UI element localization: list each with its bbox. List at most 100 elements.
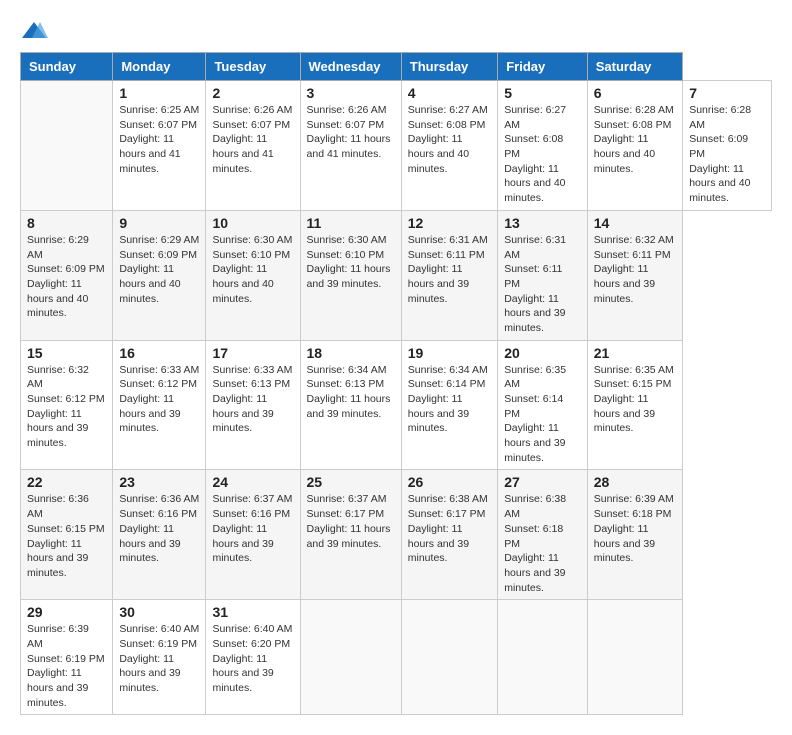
- header-cell-tuesday: Tuesday: [206, 53, 300, 81]
- day-cell: [498, 600, 588, 715]
- day-cell: 10Sunrise: 6:30 AMSunset: 6:10 PMDayligh…: [206, 210, 300, 340]
- day-number: 11: [307, 215, 395, 231]
- day-info: Sunrise: 6:31 AMSunset: 6:11 PMDaylight:…: [504, 233, 581, 336]
- day-cell: 2 Sunrise: 6:26 AMSunset: 6:07 PMDaylight…: [206, 81, 300, 211]
- day-number: 8: [27, 215, 106, 231]
- day-cell: 19 Sunrise: 6:34 AMSunset: 6:14 PMDayligh…: [401, 340, 497, 470]
- day-number: 16: [119, 345, 199, 361]
- day-cell: 15 Sunrise: 6:32 AMSunset: 6:12 PMDayligh…: [21, 340, 113, 470]
- logo: [20, 20, 50, 42]
- day-info: Sunrise: 6:29 AMSunset: 6:09 PMDaylight:…: [119, 233, 199, 306]
- day-info: Sunrise: 6:26 AMSunset: 6:07 PMDaylight:…: [212, 103, 293, 176]
- day-cell: 14 Sunrise: 6:32 AMSunset: 6:11 PMDayligh…: [587, 210, 682, 340]
- day-cell: 22 Sunrise: 6:36 AMSunset: 6:15 PMDayligh…: [21, 470, 113, 600]
- day-cell: 28Sunrise: 6:39 AMSunset: 6:18 PMDayligh…: [587, 470, 682, 600]
- day-number: 12: [408, 215, 491, 231]
- day-number: 27: [504, 474, 581, 490]
- day-info: Sunrise: 6:35 AMSunset: 6:15 PMDaylight:…: [594, 363, 676, 436]
- day-cell: 13 Sunrise: 6:31 AMSunset: 6:11 PMDayligh…: [498, 210, 588, 340]
- day-info: Sunrise: 6:33 AMSunset: 6:12 PMDaylight:…: [119, 363, 199, 436]
- week-row-3: 15 Sunrise: 6:32 AMSunset: 6:12 PMDayligh…: [21, 340, 772, 470]
- day-number: 7: [689, 85, 765, 101]
- day-number: 20: [504, 345, 581, 361]
- day-number: 24: [212, 474, 293, 490]
- day-number: 21: [594, 345, 676, 361]
- day-cell: [401, 600, 497, 715]
- day-cell: 11 Sunrise: 6:30 AMSunset: 6:10 PMDayligh…: [300, 210, 401, 340]
- day-number: 1: [119, 85, 199, 101]
- day-info: Sunrise: 6:25 AMSunset: 6:07 PMDaylight:…: [119, 103, 199, 176]
- day-info: Sunrise: 6:30 AMSunset: 6:10 PMDaylight:…: [307, 233, 395, 292]
- header-cell-saturday: Saturday: [587, 53, 682, 81]
- day-info: Sunrise: 6:29 AMSunset: 6:09 PMDaylight:…: [27, 233, 106, 321]
- day-cell: [587, 600, 682, 715]
- day-info: Sunrise: 6:32 AMSunset: 6:12 PMDaylight:…: [27, 363, 106, 451]
- day-number: 5: [504, 85, 581, 101]
- day-info: Sunrise: 6:34 AMSunset: 6:13 PMDaylight:…: [307, 363, 395, 422]
- day-cell: 8 Sunrise: 6:29 AMSunset: 6:09 PMDaylight…: [21, 210, 113, 340]
- day-number: 29: [27, 604, 106, 620]
- day-info: Sunrise: 6:35 AMSunset: 6:14 PMDaylight:…: [504, 363, 581, 466]
- day-cell: [300, 600, 401, 715]
- header-cell-monday: Monday: [113, 53, 206, 81]
- day-cell: 18 Sunrise: 6:34 AMSunset: 6:13 PMDayligh…: [300, 340, 401, 470]
- day-info: Sunrise: 6:38 AMSunset: 6:18 PMDaylight:…: [504, 492, 581, 595]
- week-row-4: 22 Sunrise: 6:36 AMSunset: 6:15 PMDayligh…: [21, 470, 772, 600]
- day-number: 30: [119, 604, 199, 620]
- day-cell: 30 Sunrise: 6:40 AMSunset: 6:19 PMDayligh…: [113, 600, 206, 715]
- week-row-1: 1 Sunrise: 6:25 AMSunset: 6:07 PMDaylight…: [21, 81, 772, 211]
- day-number: 14: [594, 215, 676, 231]
- week-row-5: 29Sunrise: 6:39 AMSunset: 6:19 PMDayligh…: [21, 600, 772, 715]
- day-number: 15: [27, 345, 106, 361]
- day-number: 13: [504, 215, 581, 231]
- day-info: Sunrise: 6:36 AMSunset: 6:15 PMDaylight:…: [27, 492, 106, 580]
- day-info: Sunrise: 6:30 AMSunset: 6:10 PMDaylight:…: [212, 233, 293, 306]
- day-info: Sunrise: 6:37 AMSunset: 6:16 PMDaylight:…: [212, 492, 293, 565]
- calendar-table: SundayMondayTuesdayWednesdayThursdayFrid…: [20, 52, 772, 715]
- day-info: Sunrise: 6:26 AMSunset: 6:07 PMDaylight:…: [307, 103, 395, 162]
- day-info: Sunrise: 6:34 AMSunset: 6:14 PMDaylight:…: [408, 363, 491, 436]
- day-info: Sunrise: 6:28 AMSunset: 6:08 PMDaylight:…: [594, 103, 676, 176]
- day-cell: 26Sunrise: 6:38 AMSunset: 6:17 PMDayligh…: [401, 470, 497, 600]
- day-cell: 3 Sunrise: 6:26 AMSunset: 6:07 PMDaylight…: [300, 81, 401, 211]
- day-info: Sunrise: 6:32 AMSunset: 6:11 PMDaylight:…: [594, 233, 676, 306]
- week-row-2: 8 Sunrise: 6:29 AMSunset: 6:09 PMDaylight…: [21, 210, 772, 340]
- day-cell: 4Sunrise: 6:27 AMSunset: 6:08 PMDaylight…: [401, 81, 497, 211]
- day-number: 18: [307, 345, 395, 361]
- day-number: 3: [307, 85, 395, 101]
- day-cell: 23 Sunrise: 6:36 AMSunset: 6:16 PMDayligh…: [113, 470, 206, 600]
- day-number: 23: [119, 474, 199, 490]
- day-number: 2: [212, 85, 293, 101]
- day-cell: 20 Sunrise: 6:35 AMSunset: 6:14 PMDayligh…: [498, 340, 588, 470]
- day-info: Sunrise: 6:27 AMSunset: 6:08 PMDaylight:…: [504, 103, 581, 206]
- day-info: Sunrise: 6:36 AMSunset: 6:16 PMDaylight:…: [119, 492, 199, 565]
- day-cell: 9Sunrise: 6:29 AMSunset: 6:09 PMDaylight…: [113, 210, 206, 340]
- day-cell: 1 Sunrise: 6:25 AMSunset: 6:07 PMDaylight…: [113, 81, 206, 211]
- day-number: 19: [408, 345, 491, 361]
- day-cell: 7Sunrise: 6:28 AMSunset: 6:09 PMDaylight…: [683, 81, 772, 211]
- day-info: Sunrise: 6:40 AMSunset: 6:19 PMDaylight:…: [119, 622, 199, 695]
- header-cell-friday: Friday: [498, 53, 588, 81]
- day-cell: 25Sunrise: 6:37 AMSunset: 6:17 PMDayligh…: [300, 470, 401, 600]
- day-cell: 12 Sunrise: 6:31 AMSunset: 6:11 PMDayligh…: [401, 210, 497, 340]
- header-cell-wednesday: Wednesday: [300, 53, 401, 81]
- generalblue-logo-icon: [20, 20, 48, 42]
- day-info: Sunrise: 6:37 AMSunset: 6:17 PMDaylight:…: [307, 492, 395, 551]
- day-info: Sunrise: 6:38 AMSunset: 6:17 PMDaylight:…: [408, 492, 491, 565]
- day-number: 31: [212, 604, 293, 620]
- day-info: Sunrise: 6:33 AMSunset: 6:13 PMDaylight:…: [212, 363, 293, 436]
- day-info: Sunrise: 6:39 AMSunset: 6:18 PMDaylight:…: [594, 492, 676, 565]
- day-cell: 17 Sunrise: 6:33 AMSunset: 6:13 PMDayligh…: [206, 340, 300, 470]
- header-cell-thursday: Thursday: [401, 53, 497, 81]
- day-number: 4: [408, 85, 491, 101]
- day-cell: 27 Sunrise: 6:38 AMSunset: 6:18 PMDayligh…: [498, 470, 588, 600]
- day-info: Sunrise: 6:31 AMSunset: 6:11 PMDaylight:…: [408, 233, 491, 306]
- empty-cell: [21, 81, 113, 211]
- day-cell: 6 Sunrise: 6:28 AMSunset: 6:08 PMDaylight…: [587, 81, 682, 211]
- day-cell: 29Sunrise: 6:39 AMSunset: 6:19 PMDayligh…: [21, 600, 113, 715]
- day-number: 22: [27, 474, 106, 490]
- header-row: SundayMondayTuesdayWednesdayThursdayFrid…: [21, 53, 772, 81]
- day-info: Sunrise: 6:40 AMSunset: 6:20 PMDaylight:…: [212, 622, 293, 695]
- day-number: 6: [594, 85, 676, 101]
- day-number: 17: [212, 345, 293, 361]
